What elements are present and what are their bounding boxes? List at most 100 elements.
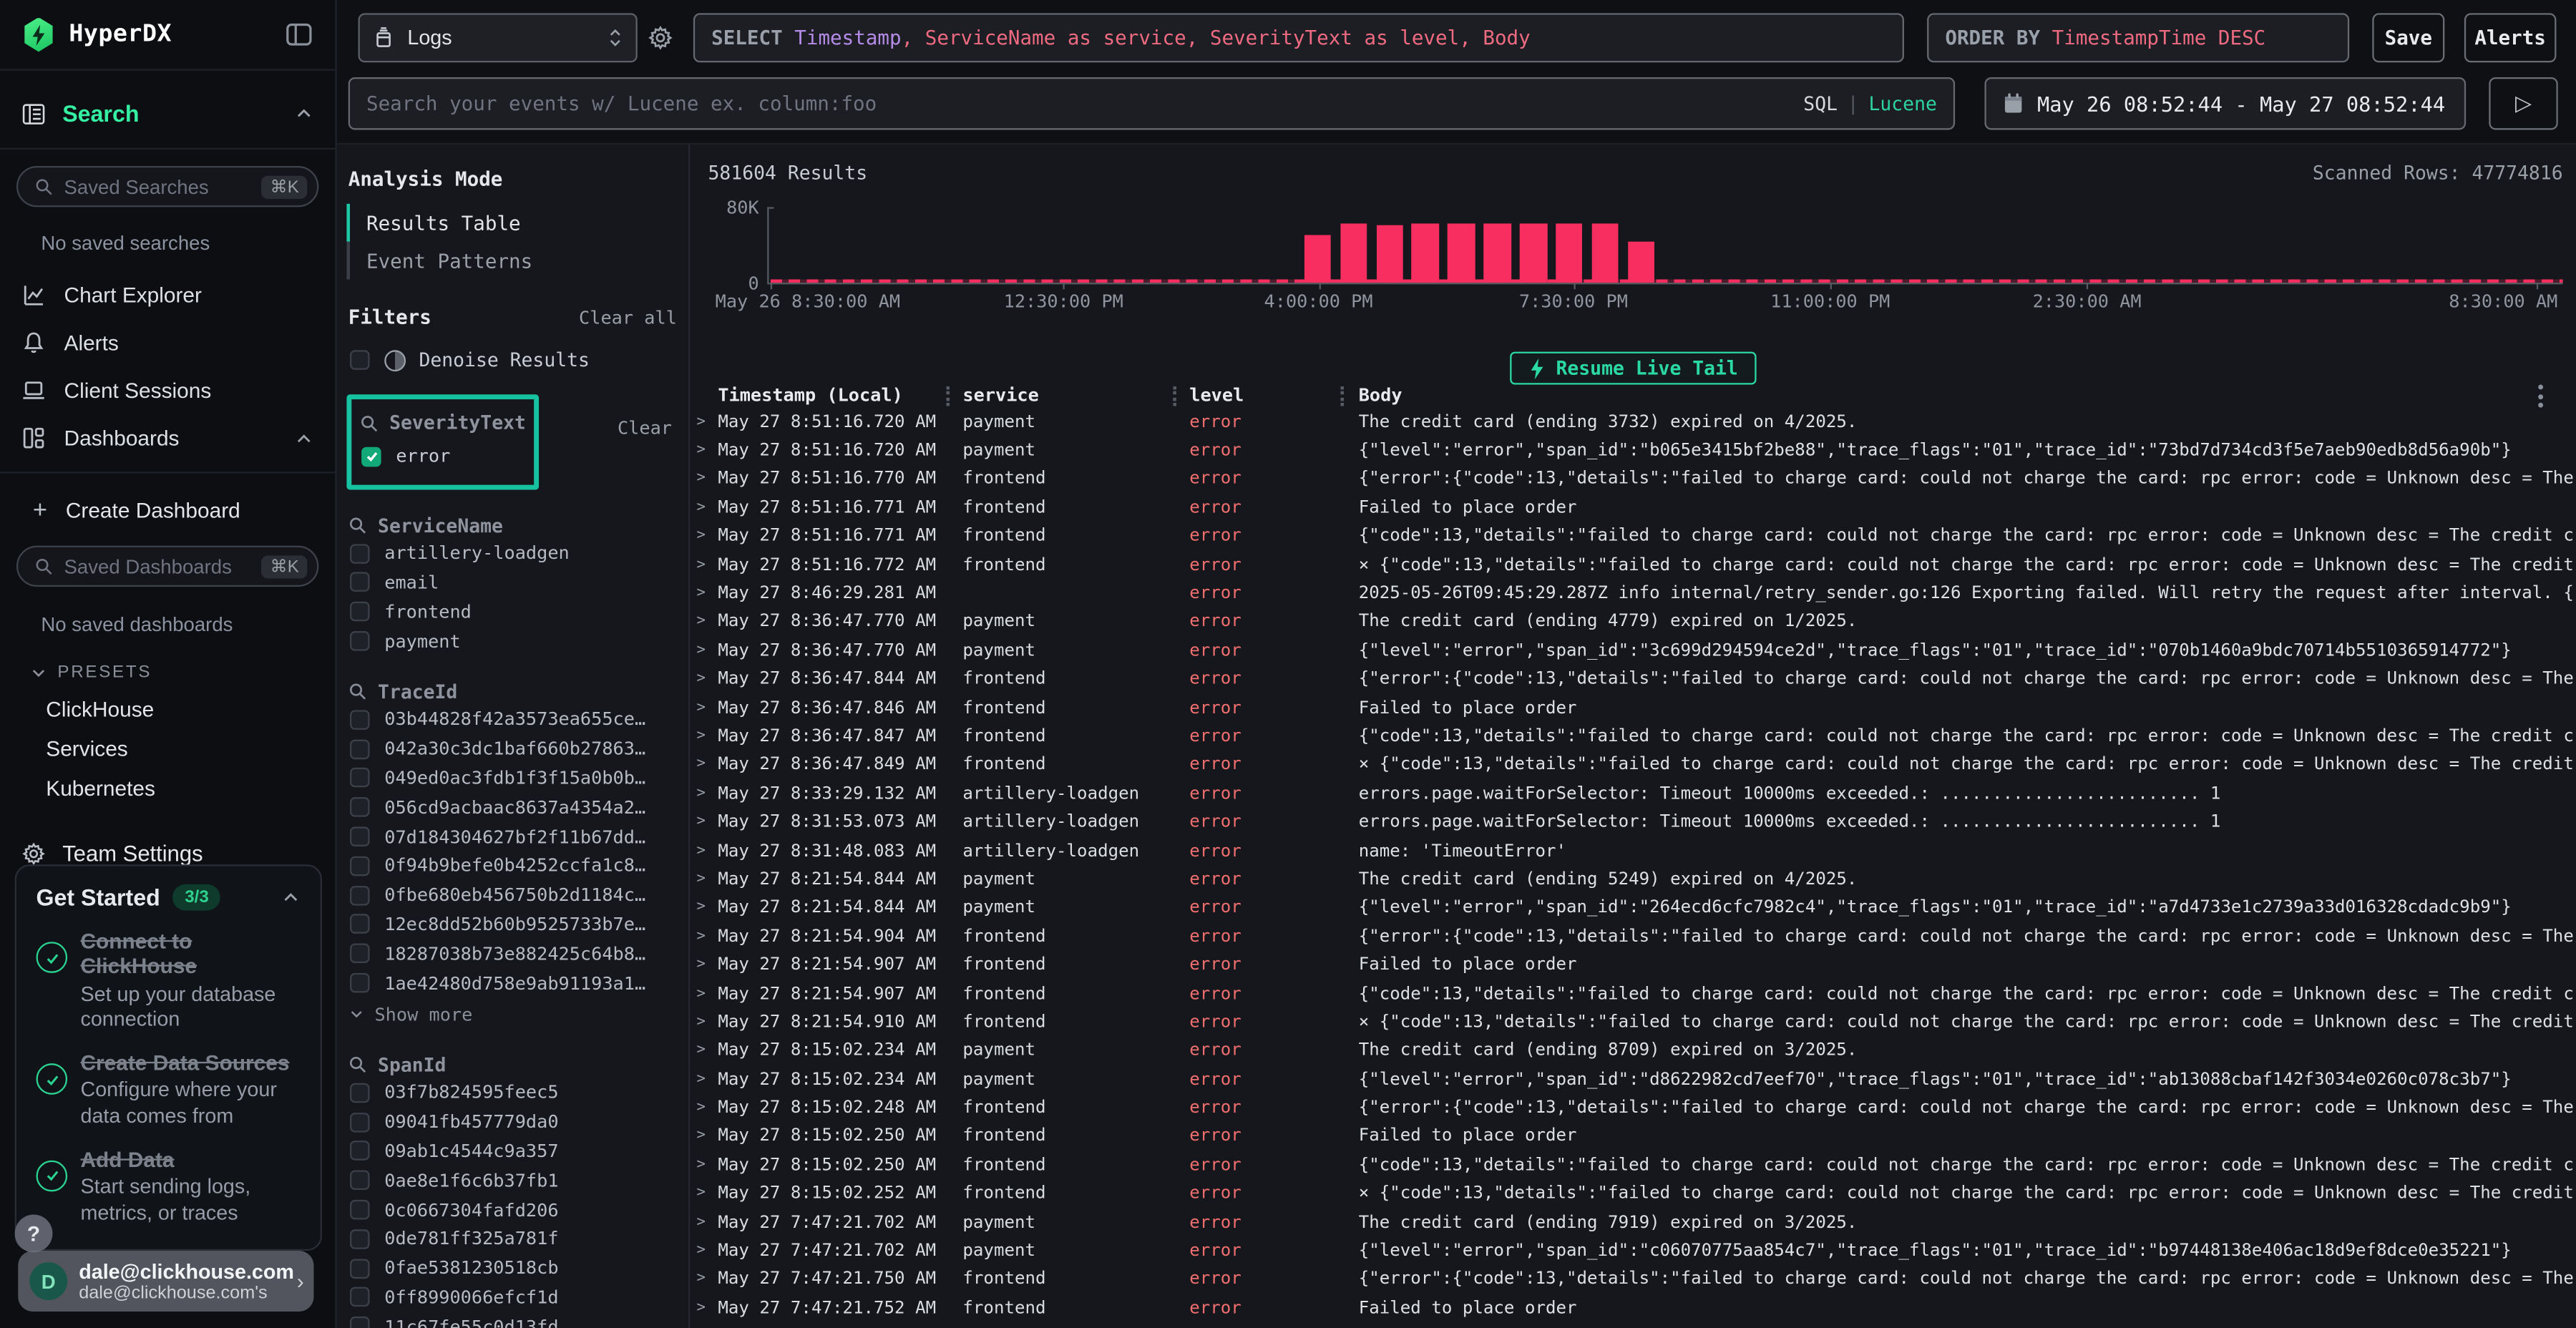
checkbox[interactable]: [350, 885, 370, 905]
log-row[interactable]: >May 27 8:15:02.234 AMpaymenterrorThe cr…: [690, 1036, 2572, 1065]
checkbox[interactable]: [350, 1141, 370, 1161]
filter-group-name[interactable]: TraceId: [378, 680, 457, 703]
chevron-right-icon[interactable]: >: [696, 700, 718, 716]
preset-link-clickhouse[interactable]: ClickHouse: [46, 697, 335, 721]
log-row[interactable]: >May 27 8:46:29.281 AMerror2025-05-26T09…: [690, 579, 2572, 607]
column-header-timestamp[interactable]: Timestamp (Local): [718, 385, 903, 406]
mode-results-table[interactable]: Results Table: [346, 204, 688, 242]
presets-toggle[interactable]: PRESETS: [29, 663, 335, 683]
chevron-right-icon[interactable]: >: [696, 1014, 718, 1030]
chevron-right-icon[interactable]: >: [696, 442, 718, 459]
chevron-up-icon[interactable]: [294, 428, 314, 448]
language-toggle-sql[interactable]: SQL: [1803, 92, 1838, 115]
chevron-right-icon[interactable]: >: [696, 1043, 718, 1059]
table-options-kebab-icon[interactable]: [2538, 385, 2543, 408]
checkbox[interactable]: [350, 1259, 370, 1279]
sidebar-item-dashboards[interactable]: Dashboards: [0, 414, 335, 462]
log-row[interactable]: >May 27 8:33:29.132 AMartillery-loadgene…: [690, 779, 2572, 808]
create-dashboard-button[interactable]: + Create Dashboard: [0, 487, 335, 532]
chevron-right-icon[interactable]: >: [696, 614, 718, 630]
chevron-right-icon[interactable]: >: [696, 1299, 718, 1316]
chevron-right-icon[interactable]: >: [696, 1186, 718, 1202]
checkbox[interactable]: [350, 572, 370, 592]
log-row[interactable]: >May 27 8:36:47.846 AMfrontenderrorFaile…: [690, 693, 2572, 722]
log-row[interactable]: >May 27 8:21:54.844 AMpaymenterrorThe cr…: [690, 865, 2572, 894]
search-input[interactable]: Search your events w/ Lucene ex. column:…: [348, 77, 1955, 130]
source-select[interactable]: Logs: [358, 13, 638, 62]
histogram-bar[interactable]: [1627, 241, 1654, 283]
chevron-up-icon[interactable]: [281, 887, 301, 907]
order-by-input[interactable]: ORDER BY TimestampTime DESC: [1927, 13, 2349, 62]
checkbox[interactable]: [350, 602, 370, 622]
help-button[interactable]: ?: [15, 1215, 53, 1253]
chevron-right-icon[interactable]: >: [696, 528, 718, 545]
filter-option[interactable]: 0c0667304fafd206: [348, 1195, 688, 1224]
column-header-body[interactable]: Body: [1359, 385, 1402, 406]
filter-group-name[interactable]: SpanId: [378, 1053, 446, 1076]
histogram-bar[interactable]: [1304, 235, 1331, 283]
clear-all-filters-button[interactable]: Clear all: [579, 306, 677, 328]
log-row[interactable]: >May 27 8:36:47.847 AMfrontenderror{"cod…: [690, 722, 2572, 751]
chevron-right-icon[interactable]: >: [696, 414, 718, 430]
chevron-right-icon[interactable]: >: [696, 1157, 718, 1173]
chevron-right-icon[interactable]: >: [696, 1100, 718, 1116]
filter-option[interactable]: 12ec8dd52b60b9525733b7e…: [348, 910, 688, 939]
filter-option[interactable]: 18287038b73e882425c64b8…: [348, 939, 688, 968]
chevron-right-icon[interactable]: >: [696, 728, 718, 745]
preset-link-kubernetes[interactable]: Kubernetes: [46, 776, 335, 800]
filter-option[interactable]: 042a30c3dc1baf660b27863…: [348, 734, 688, 763]
select-clause-input[interactable]: SELECT Timestamp, ServiceName as service…: [693, 13, 1904, 62]
column-resize-handle[interactable]: [946, 386, 950, 406]
saved-searches-input[interactable]: Saved Searches ⌘K: [16, 166, 318, 207]
log-row[interactable]: >May 27 8:51:16.772 AMfrontenderror× {"c…: [690, 550, 2572, 579]
checkbox[interactable]: [350, 944, 370, 964]
filter-option[interactable]: 07d184304627bf2f11b67dd…: [348, 822, 688, 851]
log-row[interactable]: >May 27 8:36:47.770 AMpaymenterrorThe cr…: [690, 607, 2572, 636]
source-settings-gear-icon[interactable]: [648, 24, 674, 51]
filter-option[interactable]: email: [348, 568, 688, 597]
preset-link-services[interactable]: Services: [46, 736, 335, 761]
chevron-right-icon[interactable]: >: [696, 1243, 718, 1259]
filter-option[interactable]: 03f7b824595feec5: [348, 1078, 688, 1108]
checkbox[interactable]: [350, 1317, 370, 1328]
log-row[interactable]: >May 27 8:36:47.844 AMfrontenderror{"err…: [690, 665, 2572, 693]
filter-option[interactable]: artillery-loadgen: [348, 539, 688, 568]
checkbox-checked[interactable]: [361, 447, 381, 467]
histogram-bar[interactable]: [1520, 223, 1547, 283]
log-row[interactable]: >May 27 7:47:21.702 AMpaymenterrorThe cr…: [690, 1208, 2572, 1236]
histogram-bar[interactable]: [1412, 223, 1439, 283]
chevron-right-icon[interactable]: >: [696, 985, 718, 1002]
chevron-right-icon[interactable]: >: [696, 499, 718, 516]
sidebar-item-team-settings[interactable]: Team Settings: [21, 841, 336, 866]
log-row[interactable]: >May 27 8:15:02.250 AMfrontenderror{"cod…: [690, 1151, 2572, 1179]
chevron-right-icon[interactable]: >: [696, 785, 718, 801]
chevron-right-icon[interactable]: >: [696, 1271, 718, 1288]
column-header-service[interactable]: service: [962, 385, 1038, 406]
log-row[interactable]: >May 27 8:36:47.849 AMfrontenderror× {"c…: [690, 751, 2572, 779]
filter-option[interactable]: 0f94b9befe0b4252ccfa1c8…: [348, 851, 688, 881]
language-toggle-lucene[interactable]: Lucene: [1868, 92, 1936, 115]
date-range-picker[interactable]: May 26 08:52:44 - May 27 08:52:44: [1984, 77, 2466, 130]
filter-group-name[interactable]: SeverityText: [389, 411, 526, 434]
log-row[interactable]: >May 27 8:31:53.073 AMartillery-loadgene…: [690, 808, 2572, 836]
mode-event-patterns[interactable]: Event Patterns: [346, 242, 688, 280]
log-row[interactable]: >May 27 8:15:02.250 AMfrontenderrorFaile…: [690, 1122, 2572, 1151]
log-row[interactable]: >May 27 7:47:21.752 AMfrontenderrorFaile…: [690, 1294, 2572, 1322]
chevron-right-icon[interactable]: >: [696, 756, 718, 773]
filter-option[interactable]: 03b44828f42a3573ea655ce…: [348, 705, 688, 734]
histogram-bar[interactable]: [1591, 224, 1619, 283]
show-more-button[interactable]: Show more: [348, 1001, 688, 1029]
alerts-button[interactable]: Alerts: [2464, 13, 2557, 62]
column-header-level[interactable]: level: [1189, 385, 1244, 406]
checkbox[interactable]: [350, 1229, 370, 1249]
filter-option[interactable]: 09041fb457779da0: [348, 1108, 688, 1137]
histogram-bar[interactable]: [1448, 223, 1475, 283]
sidebar-item-client-sessions[interactable]: Client Sessions: [0, 366, 335, 414]
filter-option[interactable]: 0ff8990066efcf1d: [348, 1283, 688, 1312]
saved-dashboards-input[interactable]: Saved Dashboards ⌘K: [16, 546, 318, 587]
checkbox[interactable]: [350, 1171, 370, 1191]
collapse-sidebar-icon[interactable]: [286, 23, 312, 46]
log-row[interactable]: >May 27 8:21:54.904 AMfrontenderror{"err…: [690, 922, 2572, 951]
filter-group-name[interactable]: ServiceName: [378, 514, 503, 537]
get-started-step[interactable]: Connect to ClickHouse Set up your databa…: [36, 929, 301, 1032]
